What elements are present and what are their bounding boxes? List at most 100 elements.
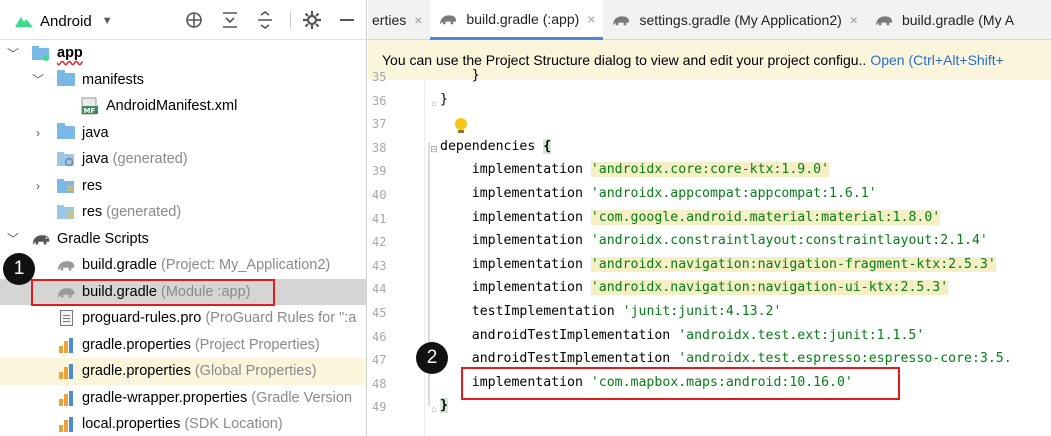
gradle-elephant-icon xyxy=(31,230,51,248)
code-line: } xyxy=(440,398,448,414)
tree-item-android-manifest[interactable]: MF AndroidManifest.xml xyxy=(0,93,366,120)
chevron-down-icon: ▼ xyxy=(101,15,113,27)
gradle-elephant-icon xyxy=(56,256,76,274)
tree-item-app[interactable]: ﹀ app xyxy=(0,40,366,67)
tree-item-gradle-wrapper-properties[interactable]: gradle-wrapper.properties (Gradle Versio… xyxy=(0,385,366,412)
tree-item-java-generated[interactable]: java (generated) xyxy=(0,146,366,173)
tree-item-label: res xyxy=(82,204,103,221)
code-line: } xyxy=(440,92,448,107)
code-line: androidTestImplementation 'androidx.test… xyxy=(440,351,1012,366)
code-line: dependencies { xyxy=(440,138,552,154)
callout-badge: 2 xyxy=(416,342,448,374)
tree-item-gradle-properties-project[interactable]: gradle.properties (Project Properties) xyxy=(0,332,366,359)
tree-item-label: AndroidManifest.xml xyxy=(106,98,238,115)
tree-item-label: gradle.properties xyxy=(82,336,191,353)
code-line: testImplementation 'junit:junit:4.13.2' xyxy=(440,304,782,319)
chevron-right-icon[interactable]: › xyxy=(31,179,45,193)
open-project-structure-link[interactable]: Open (Ctrl+Alt+Shift+ xyxy=(870,52,1003,68)
code-token: implementation xyxy=(440,162,591,178)
tree-item-label: manifests xyxy=(82,71,145,88)
line-number: 41 xyxy=(372,211,387,226)
code-line: implementation 'androidx.appcompat:appco… xyxy=(440,186,877,201)
code-line: implementation 'androidx.navigation:navi… xyxy=(440,256,996,272)
folder-icon xyxy=(56,123,76,142)
gutter-divider xyxy=(424,80,425,436)
close-icon[interactable]: × xyxy=(414,12,422,28)
line-number: 48 xyxy=(372,376,387,391)
code-token: } xyxy=(440,91,448,107)
tab-build-gradle-app[interactable]: build.gradle (:app) × xyxy=(430,0,604,40)
chevron-down-icon[interactable]: ﹀ xyxy=(6,232,20,246)
tab-label: build.gradle (:app) xyxy=(466,10,580,27)
close-icon[interactable]: × xyxy=(850,12,858,28)
tab-label: erties xyxy=(372,12,407,28)
line-number: 45 xyxy=(372,306,387,320)
tab-settings-gradle[interactable]: settings.gradle (My Application2) × xyxy=(603,0,866,40)
tree-item-suffix: (Project: My_Application2) xyxy=(156,257,331,274)
string-literal: 'androidx.core:core-ktx:1.9.0' xyxy=(590,162,830,178)
tree-item-suffix: (Global Properties) xyxy=(190,363,317,380)
line-number: 49 xyxy=(372,400,387,415)
tab-build-gradle-project[interactable]: build.gradle (My A xyxy=(866,0,1022,40)
chevron-right-icon[interactable]: › xyxy=(31,126,45,140)
callout-highlight-box xyxy=(31,279,275,306)
code-line: } xyxy=(440,68,480,83)
project-view-selector[interactable]: Android ▼ xyxy=(14,11,113,31)
code-editor: erties × build.gradle (:app) × settings.… xyxy=(368,0,1051,436)
fold-marker-icon[interactable]: ⊟ xyxy=(429,144,439,155)
code-token: implementation xyxy=(440,186,591,201)
properties-file-icon xyxy=(56,362,76,380)
android-icon xyxy=(15,17,33,27)
line-number: 38 xyxy=(372,140,387,155)
code-token: androidTestImplementation xyxy=(440,351,679,367)
fold-marker-icon[interactable]: ⌂ xyxy=(429,404,439,414)
code-line: implementation 'androidx.core:core-ktx:1… xyxy=(440,162,830,178)
tab-properties-cut[interactable]: erties × xyxy=(368,0,430,40)
add-icon[interactable] xyxy=(184,10,204,30)
close-icon[interactable]: × xyxy=(587,11,595,27)
tree-item-build-gradle-project[interactable]: build.gradle (Project: My_Application2) xyxy=(0,252,366,279)
tree-item-gradle-properties-global[interactable]: gradle.properties (Global Properties) xyxy=(0,358,366,385)
code-token: dependencies xyxy=(440,138,544,154)
string-literal: 'androidx.appcompat:appcompat:1.6.1' xyxy=(590,186,877,201)
gear-icon[interactable] xyxy=(302,10,322,30)
string-literal: 'androidx.test.ext:junit:1.1.5' xyxy=(678,327,925,343)
string-literal: 'androidx.navigation:navigation-fragment… xyxy=(590,256,996,272)
tree-item-suffix: (SDK Location) xyxy=(180,416,283,433)
line-number-gutter: 35 36 37 38 39 40 41 42 43 44 45 46 47 48 49 xyxy=(368,70,426,436)
tree-item-local-properties[interactable]: local.properties (SDK Location) xyxy=(0,411,366,436)
line-number: 39 xyxy=(372,164,387,179)
res-folder-icon xyxy=(56,203,76,221)
tree-item-gradle-scripts[interactable]: ﹀ Gradle Scripts xyxy=(0,226,366,253)
string-literal: 'androidx.test.espresso:espresso-core:3.… xyxy=(678,351,1012,367)
collapse-all-icon[interactable] xyxy=(256,10,274,30)
line-number: 35 xyxy=(372,70,387,84)
code-token: } xyxy=(440,398,448,414)
expand-all-icon[interactable] xyxy=(221,10,239,30)
code-token: androidTestImplementation xyxy=(440,327,679,343)
tree-item-label: Gradle Scripts xyxy=(57,230,149,247)
line-number: 44 xyxy=(372,282,387,297)
properties-file-icon xyxy=(56,389,76,407)
tree-item-proguard-rules[interactable]: proguard-rules.pro (ProGuard Rules for "… xyxy=(0,305,366,332)
chevron-down-icon[interactable]: ﹀ xyxy=(31,73,45,87)
chevron-down-icon[interactable]: ﹀ xyxy=(6,46,20,61)
tree-item-label: local.properties xyxy=(82,416,181,433)
tree-item-res[interactable]: › res xyxy=(0,173,366,200)
code-token: implementation xyxy=(440,233,591,249)
tree-item-java[interactable]: › java xyxy=(0,120,366,147)
tree-item-manifests[interactable]: ﹀ manifests xyxy=(0,67,366,94)
editor-tab-bar: erties × build.gradle (:app) × settings.… xyxy=(368,0,1051,40)
manifest-file-icon: MF xyxy=(80,97,100,115)
project-panel: Android ▼ ﹀ app ﹀ manifests MF AndroidMa… xyxy=(0,0,367,436)
tree-item-label: gradle.properties xyxy=(82,363,191,380)
svg-text:MF: MF xyxy=(84,107,96,115)
fold-marker-icon[interactable]: ⌂ xyxy=(429,98,439,108)
minimize-icon[interactable] xyxy=(340,19,354,21)
code-token: implementation xyxy=(440,256,591,272)
tree-item-res-generated[interactable]: res (generated) xyxy=(0,199,366,226)
line-number: 46 xyxy=(372,329,387,344)
gradle-elephant-icon xyxy=(876,16,893,26)
project-view-label: Android xyxy=(40,12,92,30)
line-number: 47 xyxy=(372,353,387,368)
